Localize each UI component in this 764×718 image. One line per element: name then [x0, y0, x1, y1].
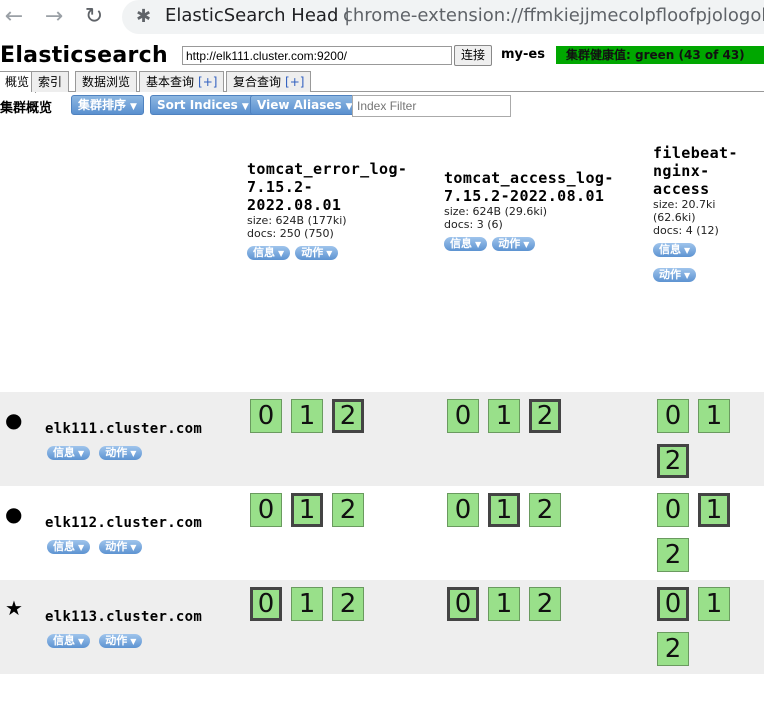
sort-cluster-button[interactable]: 集群排序 ▼	[71, 95, 144, 115]
node-dot-icon: ●	[5, 408, 23, 432]
action-menu-button[interactable]: 动作 ▼	[99, 540, 143, 554]
action-menu-button[interactable]: 动作 ▼	[295, 246, 339, 260]
caret-down-icon: ▼	[684, 246, 691, 255]
action-menu-button[interactable]: 动作 ▼	[99, 634, 143, 648]
index-name[interactable]: tomcat_error_log- 7.15.2- 2022.08.01	[247, 160, 432, 214]
reload-icon[interactable]: ↻	[82, 6, 106, 30]
shard-box[interactable]: 2	[332, 399, 364, 433]
address-bar-url[interactable]: chrome-extension://ffmkiejjmecolpfloofpj…	[343, 5, 764, 26]
master-star-icon: ★	[5, 596, 23, 620]
shard-box[interactable]: 0	[657, 587, 689, 621]
connect-button[interactable]: 连接	[454, 45, 492, 66]
action-menu-button[interactable]: 动作 ▼	[99, 446, 143, 460]
info-menu-button[interactable]: 信息 ▼	[653, 243, 697, 257]
index-size: size: 624B (29.6ki)	[444, 205, 548, 218]
back-arrow-icon[interactable]: ←	[2, 6, 26, 30]
node-row: ● elk112.cluster.com 信息 ▼ 动作 ▼	[0, 486, 764, 580]
shard-box[interactable]: 1	[488, 587, 520, 621]
info-menu-button[interactable]: 信息 ▼	[444, 237, 488, 251]
caret-down-icon: ▼	[130, 543, 137, 552]
index-docs: docs: 250 (750)	[247, 227, 334, 240]
shard-box[interactable]: 1	[488, 399, 520, 433]
caret-down-icon: ▼	[130, 102, 137, 112]
cluster-url-input[interactable]	[182, 46, 452, 65]
index-header: filebeat- nginx- access size: 20.7ki (62…	[653, 144, 763, 282]
sort-indices-button[interactable]: Sort Indices ▼	[150, 95, 256, 115]
shard-box[interactable]: 2	[529, 587, 561, 621]
action-menu-button[interactable]: 动作 ▼	[492, 237, 536, 251]
app-title: Elasticsearch	[0, 43, 168, 68]
index-name[interactable]: tomcat_access_log- 7.15.2-2022.08.01	[444, 169, 644, 205]
info-menu-button[interactable]: 信息 ▼	[47, 540, 91, 554]
forward-arrow-icon[interactable]: →	[42, 6, 66, 30]
index-header: tomcat_access_log- 7.15.2-2022.08.01 siz…	[444, 169, 644, 251]
index-docs: docs: 3 (6)	[444, 218, 503, 231]
tab-basic-query[interactable]: 基本查询 [+]	[139, 71, 225, 92]
browser-toolbar: ← → ↻ ✱ ElasticSearch Head | chrome-exte…	[0, 0, 764, 36]
caret-down-icon: ▼	[523, 240, 530, 249]
caret-down-icon: ▼	[78, 543, 85, 552]
view-aliases-button[interactable]: View Aliases ▼	[250, 95, 360, 115]
info-menu-button[interactable]: 信息 ▼	[247, 246, 291, 260]
shard-box[interactable]: 2	[332, 493, 364, 527]
node-dot-icon: ●	[5, 502, 23, 526]
action-menu-button[interactable]: 动作 ▼	[653, 268, 697, 282]
caret-down-icon: ▼	[130, 449, 137, 458]
shard-box[interactable]: 1	[698, 399, 730, 433]
address-bar-title: ElasticSearch Head |	[165, 5, 351, 26]
index-size: size: 20.7ki	[653, 198, 716, 211]
shard-box[interactable]: 0	[250, 493, 282, 527]
cluster-health-badge: 集群健康值: green (43 of 43)	[556, 46, 764, 64]
info-menu-button[interactable]: 信息 ▼	[47, 634, 91, 648]
caret-down-icon: ▼	[326, 249, 333, 258]
shard-box[interactable]: 2	[657, 444, 689, 478]
caret-down-icon: ▼	[278, 249, 285, 258]
index-name[interactable]: filebeat- nginx- access	[653, 144, 763, 198]
shard-box[interactable]: 2	[657, 632, 689, 666]
shard-box[interactable]: 0	[447, 493, 479, 527]
shard-box[interactable]: 1	[488, 493, 520, 527]
caret-down-icon: ▼	[241, 102, 249, 112]
shard-box[interactable]: 2	[332, 587, 364, 621]
shard-box[interactable]: 2	[657, 538, 689, 572]
puzzle-piece-icon: ✱	[136, 6, 152, 27]
shard-box[interactable]: 1	[291, 399, 323, 433]
shard-box[interactable]: 2	[529, 493, 561, 527]
shard-box[interactable]: 1	[698, 493, 730, 527]
shard-box[interactable]: 1	[291, 587, 323, 621]
index-header: tomcat_error_log- 7.15.2- 2022.08.01 siz…	[247, 160, 432, 260]
tab-complex-query[interactable]: 复合查询 [+]	[226, 71, 312, 92]
info-menu-button[interactable]: 信息 ▼	[47, 446, 91, 460]
caret-down-icon: ▼	[684, 271, 691, 280]
section-title: 集群概览	[0, 101, 53, 116]
index-size-total: (62.6ki)	[653, 211, 696, 224]
shard-box[interactable]: 2	[529, 399, 561, 433]
tab-browser[interactable]: 数据浏览	[75, 71, 138, 92]
tab-indices[interactable]: 索引	[31, 71, 70, 92]
main-tabs: 概览 索引 数据浏览 基本查询 [+] 复合查询 [+]	[0, 71, 764, 93]
shard-box[interactable]: 1	[291, 493, 323, 527]
shard-box[interactable]: 0	[250, 399, 282, 433]
index-size: size: 624B (177ki)	[247, 214, 347, 227]
shard-box[interactable]: 1	[698, 587, 730, 621]
node-row: ★ elk113.cluster.com 信息 ▼ 动作 ▼	[0, 580, 764, 674]
node-name[interactable]: elk112.cluster.com	[45, 515, 202, 531]
node-name[interactable]: elk111.cluster.com	[45, 421, 202, 437]
index-filter-input[interactable]	[352, 95, 511, 117]
shard-box[interactable]: 0	[657, 493, 689, 527]
shard-box[interactable]: 0	[447, 587, 479, 621]
shard-box[interactable]: 0	[657, 399, 689, 433]
shard-box[interactable]: 0	[250, 587, 282, 621]
node-row: ● elk111.cluster.com 信息 ▼ 动作 ▼	[0, 392, 764, 486]
caret-down-icon: ▼	[130, 637, 137, 646]
caret-down-icon: ▼	[78, 637, 85, 646]
index-docs: docs: 4 (12)	[653, 224, 719, 237]
shard-box[interactable]: 0	[447, 399, 479, 433]
node-name[interactable]: elk113.cluster.com	[45, 609, 202, 625]
cluster-name: my-es	[501, 47, 545, 62]
caret-down-icon: ▼	[78, 449, 85, 458]
caret-down-icon: ▼	[475, 240, 482, 249]
